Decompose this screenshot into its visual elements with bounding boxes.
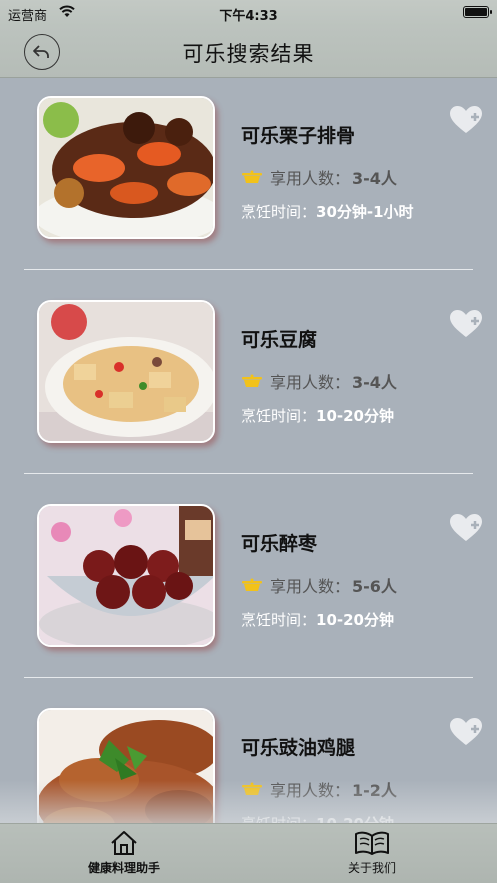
tab-about[interactable]: 关于我们	[292, 830, 452, 876]
serves-label: 享用人数：	[270, 169, 351, 188]
row-divider	[24, 269, 473, 270]
cook-time-label: 烹饪时间：	[241, 611, 317, 629]
serves-label: 享用人数：	[270, 781, 351, 800]
favorite-add-icon[interactable]	[449, 105, 483, 135]
page-title: 可乐搜索结果	[182, 42, 315, 66]
recipe-cook-time: 烹饪时间：10-20分钟	[241, 813, 394, 823]
favorite-add-icon[interactable]	[449, 309, 483, 339]
recipe-list[interactable]: 可乐栗子排骨 享用人数： 3-4人 烹饪时间：30分钟-1小时 可乐豆腐 享用人…	[0, 79, 497, 823]
cook-time-label: 烹饪时间：	[241, 203, 317, 221]
cook-time-value: 30分钟-1小时	[316, 203, 414, 221]
recipe-name: 可乐豆腐	[241, 329, 318, 351]
recipe-cook-time: 烹饪时间：30分钟-1小时	[241, 201, 414, 222]
favorite-add-icon[interactable]	[449, 717, 483, 747]
home-icon	[111, 831, 137, 855]
cook-time-label: 烹饪时间：	[241, 815, 316, 823]
serves-value: 3-4人	[352, 373, 397, 392]
status-bar: 运营商 下午4:33	[0, 0, 497, 26]
favorite-add-icon[interactable]	[449, 513, 483, 543]
serves-value: 5-6人	[352, 577, 397, 596]
recipe-serves: 享用人数： 1-2人	[241, 777, 397, 801]
tab-home-label: 健康料理助手	[87, 861, 160, 875]
recipe-thumbnail[interactable]	[37, 300, 215, 443]
recipe-thumbnail[interactable]	[37, 504, 215, 647]
navigation-bar: 可乐搜索结果	[0, 26, 497, 78]
battery-icon	[463, 6, 492, 18]
cook-time-value: 10-20分钟	[316, 407, 394, 425]
pot-icon	[242, 374, 262, 387]
recipe-thumbnail[interactable]	[37, 708, 215, 823]
row-divider	[24, 677, 473, 678]
recipe-serves: 享用人数： 3-4人	[241, 165, 397, 189]
pot-icon	[242, 578, 262, 591]
row-divider	[24, 473, 473, 474]
serves-label: 享用人数：	[270, 373, 351, 392]
recipe-serves: 享用人数： 3-4人	[241, 369, 397, 393]
tab-home[interactable]: 健康料理助手	[44, 830, 204, 876]
recipe-name: 可乐豉油鸡腿	[241, 737, 356, 759]
book-icon	[355, 831, 389, 855]
serves-value: 1-2人	[352, 781, 397, 800]
recipe-thumbnail[interactable]	[37, 96, 215, 239]
recipe-name: 可乐栗子排骨	[241, 125, 356, 147]
recipe-serves: 享用人数： 5-6人	[241, 573, 397, 597]
recipe-cook-time: 烹饪时间：10-20分钟	[241, 609, 394, 630]
recipe-name: 可乐醉枣	[241, 533, 318, 555]
cook-time-label: 烹饪时间：	[241, 407, 317, 425]
tab-bar: 健康料理助手 关于我们	[0, 823, 497, 883]
recipe-row[interactable]: 可乐豆腐 享用人数： 3-4人 烹饪时间：10-20分钟	[0, 283, 497, 487]
recipe-row[interactable]: 可乐醉枣 享用人数： 5-6人 烹饪时间：10-20分钟	[0, 487, 497, 691]
pot-icon	[242, 170, 262, 183]
cook-time-value: 10-20分钟	[316, 611, 394, 629]
recipe-row[interactable]: 可乐豉油鸡腿 享用人数： 1-2人 烹饪时间：10-20分钟	[0, 691, 497, 823]
cook-time-value: 10-20分钟	[316, 815, 394, 823]
recipe-cook-time: 烹饪时间：10-20分钟	[241, 405, 394, 426]
serves-value: 3-4人	[352, 169, 397, 188]
pot-icon	[242, 782, 262, 795]
tab-about-label: 关于我们	[347, 861, 396, 875]
status-time: 下午4:33	[219, 9, 278, 24]
recipe-row[interactable]: 可乐栗子排骨 享用人数： 3-4人 烹饪时间：30分钟-1小时	[0, 79, 497, 283]
serves-label: 享用人数：	[270, 577, 351, 596]
